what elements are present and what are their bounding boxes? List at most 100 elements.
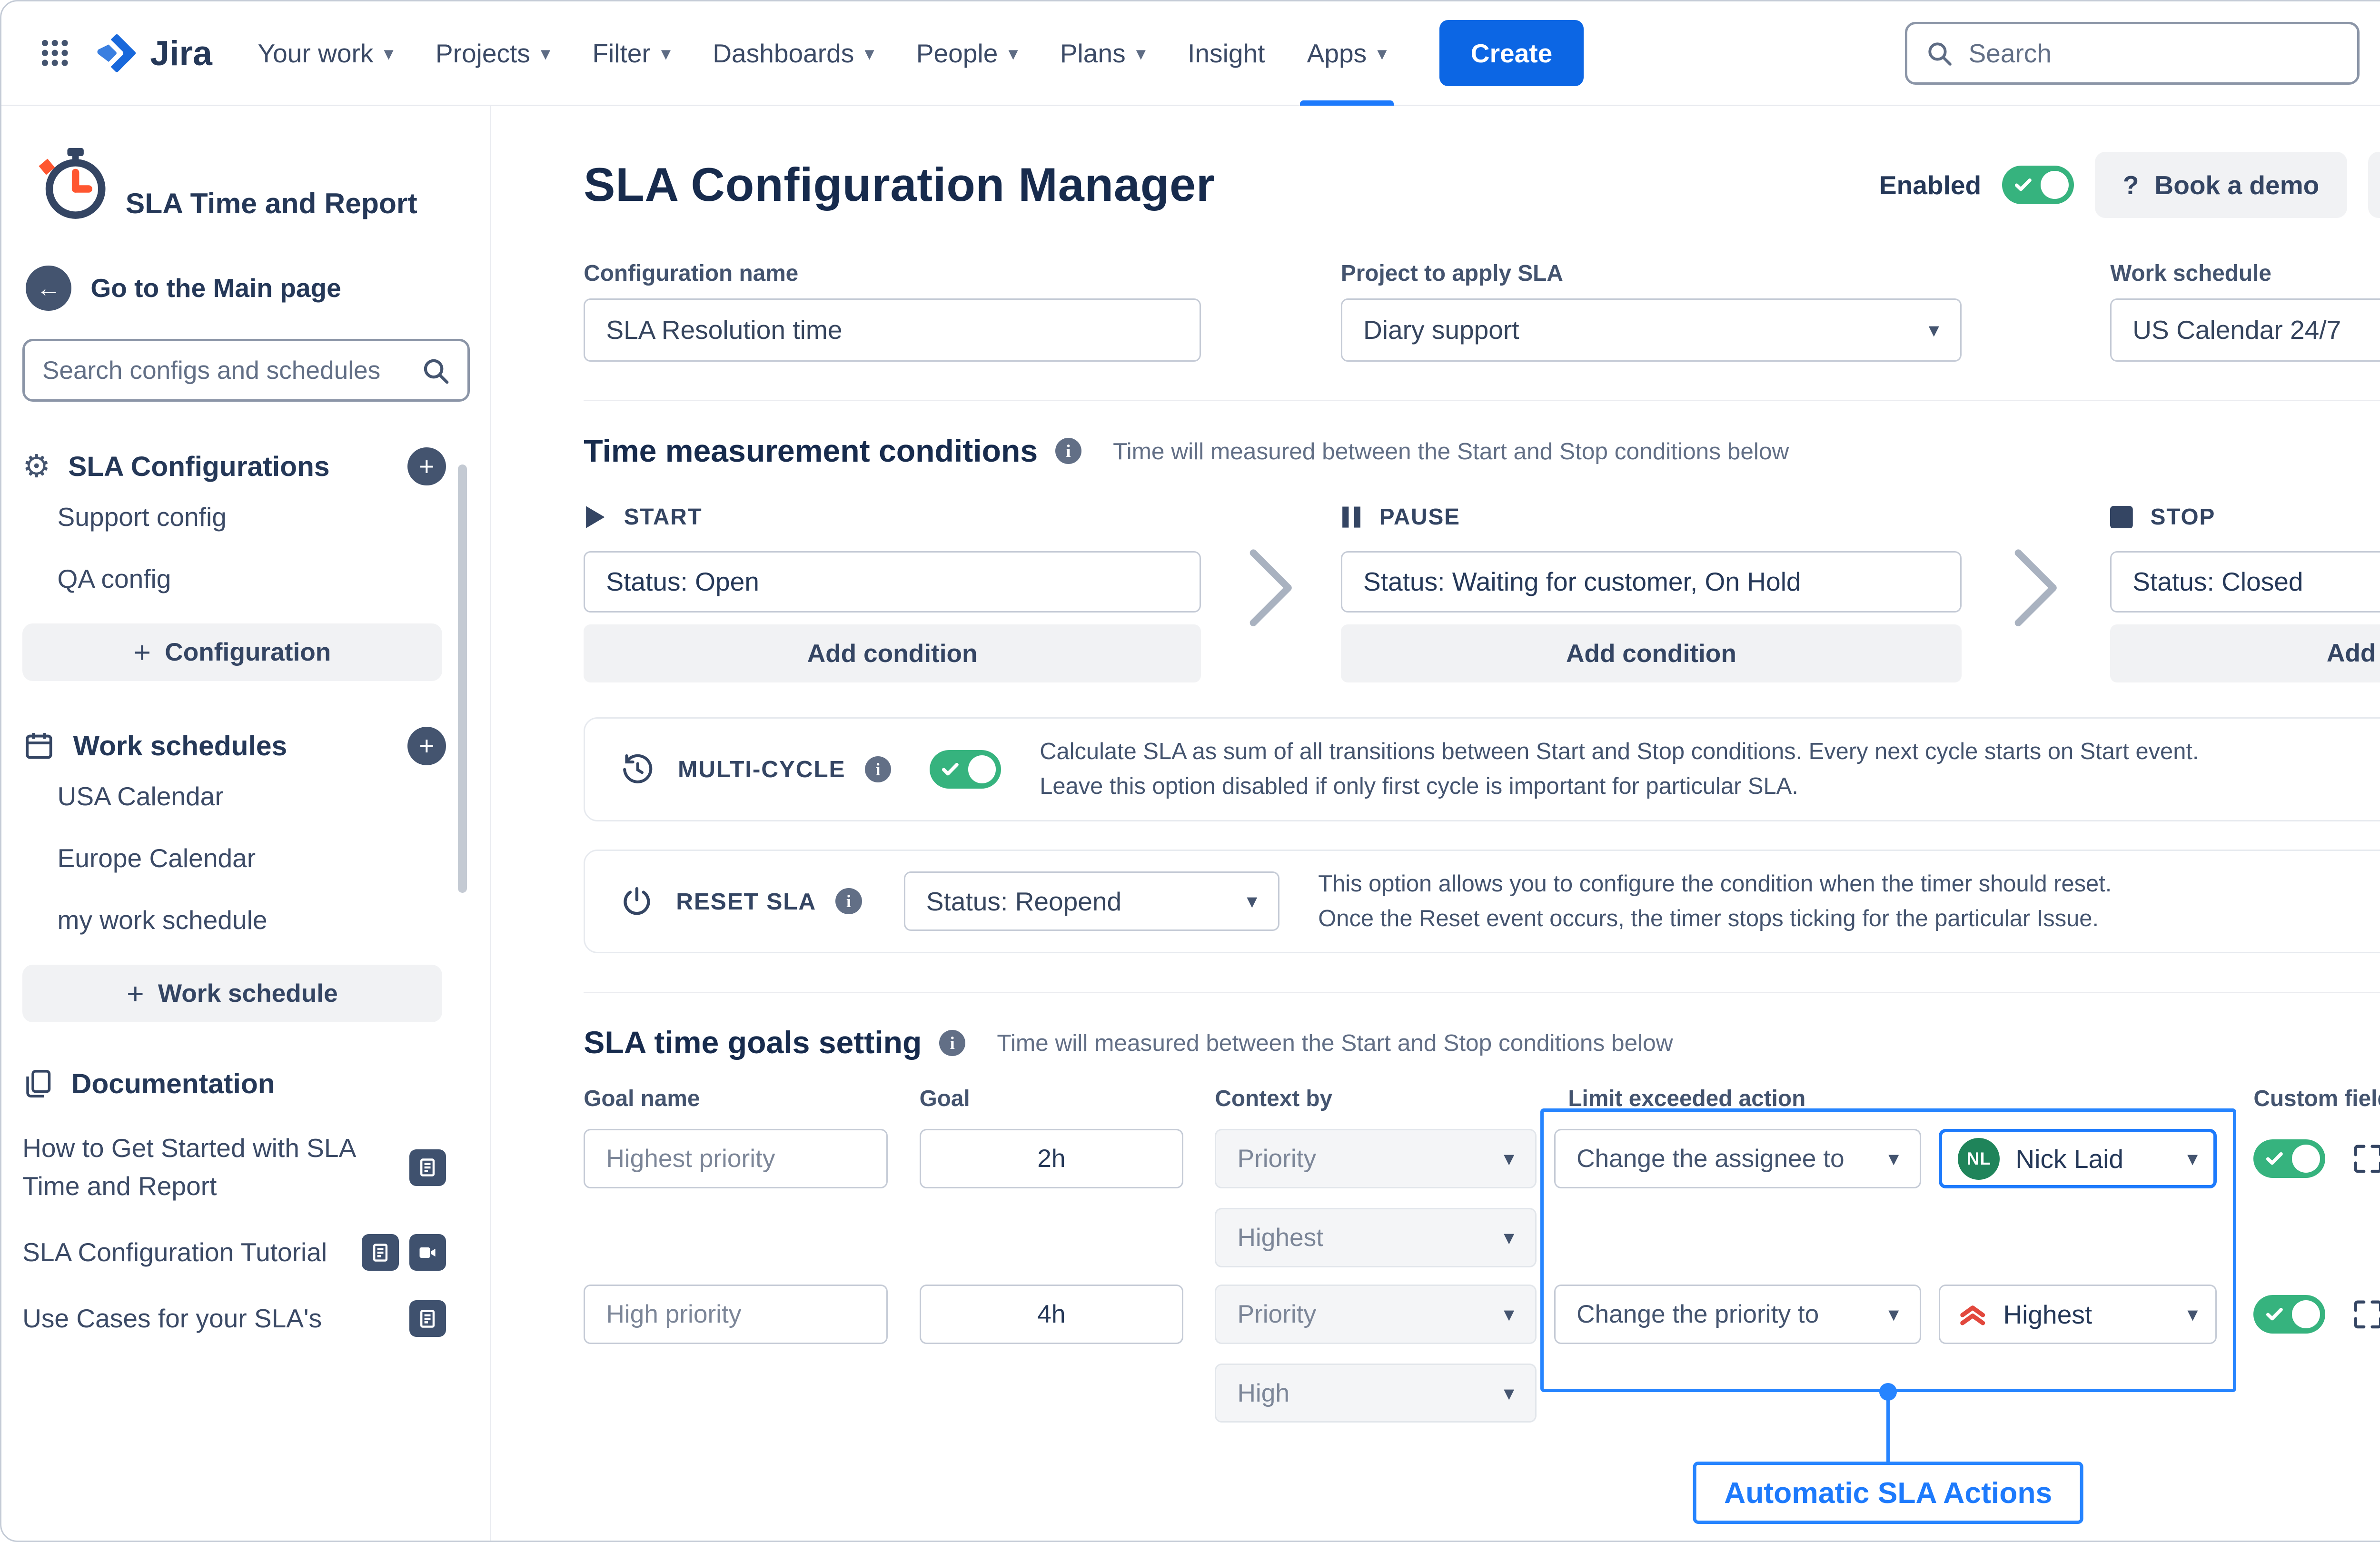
jira-logo[interactable]: Jira [94, 30, 212, 76]
section-sla-configurations: ⚙ SLA Configurations + [22, 447, 446, 486]
chevron-down-icon: ▾ [1490, 1302, 1515, 1326]
goals-hint: Time will measured between the Start and… [997, 1029, 1673, 1057]
project-select[interactable]: Diary support ▾ [1341, 298, 1962, 361]
global-search[interactable] [1905, 22, 2360, 85]
chevron-down-icon: ▾ [1008, 42, 1018, 65]
context-field-select[interactable]: Priority▾ [1215, 1285, 1537, 1344]
enabled-toggle[interactable] [2002, 166, 2074, 204]
multi-cycle-description: Calculate SLA as sum of all transitions … [1040, 734, 2199, 804]
reset-sla-description: This option allows you to configure the … [1318, 867, 2112, 937]
goal-value-input[interactable] [920, 1129, 1184, 1188]
callout-line [1886, 1392, 1890, 1462]
expand-button[interactable] [2351, 1142, 2380, 1176]
jira-wordmark: Jira [150, 33, 212, 73]
goal-value-input[interactable] [920, 1285, 1184, 1344]
sidebar-item-europe-calendar[interactable]: Europe Calendar [58, 827, 490, 889]
context-value-select[interactable]: High▾ [1215, 1364, 1537, 1423]
expand-button[interactable] [2351, 1298, 2380, 1331]
chevron-down-icon: ▾ [1377, 42, 1387, 65]
chevron-down-icon: ▾ [541, 42, 550, 65]
context-field-select[interactable]: Priority▾ [1215, 1129, 1537, 1188]
article-badge-icon [409, 1149, 446, 1186]
custom-field-toggle[interactable] [2253, 1139, 2325, 1178]
sidebar-item-my-work-schedule[interactable]: my work schedule [58, 889, 490, 951]
pause-add-condition-button[interactable]: Add condition [1341, 624, 1962, 682]
time-conditions-header: Time measurement conditions i Time will … [584, 433, 2380, 469]
sidebar-item-qa-config[interactable]: QA config [58, 548, 490, 610]
start-condition-value[interactable]: Status: Open [584, 551, 1201, 613]
topnav-right: 9+ ? ⚙ [1905, 22, 2380, 85]
nav-apps[interactable]: Apps▾ [1286, 1, 1408, 106]
sidebar-item-support-config[interactable]: Support config [58, 485, 490, 547]
info-icon[interactable]: i [1055, 438, 1081, 464]
doc-item-use-cases[interactable]: Use Cases for your SLA's [22, 1300, 446, 1338]
search-icon [1925, 39, 1953, 67]
plus-icon: + [127, 977, 144, 1011]
multi-cycle-toggle[interactable] [930, 750, 1002, 789]
pause-icon [1341, 504, 1362, 530]
back-to-main-button[interactable]: ← Go to the Main page [26, 266, 341, 311]
start-add-condition-button[interactable]: Add condition [584, 624, 1201, 682]
start-label: START [624, 504, 703, 530]
divider [584, 992, 2380, 993]
nav-your-work[interactable]: Your work▾ [237, 1, 414, 106]
priority-highest-icon [1958, 1301, 1987, 1327]
setup-wizard-button[interactable]: Setup Wizard [2368, 152, 2380, 218]
sidebar-scrollbar[interactable] [458, 465, 466, 893]
goal-name-input[interactable] [584, 1129, 888, 1188]
nav-insight[interactable]: Insight [1167, 1, 1286, 106]
sidebar-search-input[interactable] [42, 356, 421, 385]
custom-field-toggle[interactable] [2253, 1295, 2325, 1334]
enabled-label: Enabled [1879, 170, 1981, 200]
goal-name-input[interactable] [584, 1285, 888, 1344]
priority-select[interactable]: Highest ▾ [1939, 1285, 2217, 1344]
chevron-down-icon: ▾ [1874, 1147, 1899, 1171]
global-search-input[interactable] [1968, 38, 2340, 69]
chevron-down-icon: ▾ [1874, 1302, 1899, 1326]
doc-item-getting-started[interactable]: How to Get Started with SLA Time and Rep… [22, 1129, 446, 1206]
chevron-down-icon: ▾ [1914, 318, 1939, 342]
context-value-select[interactable]: Highest▾ [1215, 1208, 1537, 1267]
info-icon[interactable]: i [865, 756, 891, 782]
add-schedule-plus-icon[interactable]: + [407, 727, 446, 765]
add-configuration-plus-icon[interactable]: + [407, 447, 446, 486]
stopwatch-logo-icon [36, 145, 115, 223]
sidebar-item-usa-calendar[interactable]: USA Calendar [58, 765, 490, 827]
limit-action-select[interactable]: Change the priority to▾ [1554, 1285, 1921, 1344]
multi-cycle-box: MULTI-CYCLE i Calculate SLA as sum of al… [584, 717, 2380, 821]
context-by-header: Context by [1215, 1086, 1537, 1112]
assignee-select[interactable]: NL Nick Laid ▾ [1939, 1129, 2217, 1188]
app-window: Jira Your work▾ Projects▾ Filter▾ Dashbo… [0, 0, 2380, 1542]
time-conditions-title: Time measurement conditions [584, 433, 1038, 469]
sidebar-search[interactable] [22, 339, 470, 402]
start-play-icon [584, 504, 606, 530]
nav-filter[interactable]: Filter▾ [571, 1, 692, 106]
nav-dashboards[interactable]: Dashboards▾ [692, 1, 895, 106]
add-configuration-button[interactable]: + Configuration [22, 623, 442, 681]
nav-plans[interactable]: Plans▾ [1039, 1, 1167, 106]
header-controls: Enabled ? Book a demo Setup Wizard ⋮ [1879, 152, 2380, 218]
info-icon[interactable]: i [835, 888, 862, 914]
pause-condition-value[interactable]: Status: Waiting for customer, On Hold [1341, 551, 1962, 613]
book-demo-button[interactable]: ? Book a demo [2095, 152, 2347, 218]
config-name-input[interactable] [584, 298, 1201, 361]
goals-table-headers: Goal name Goal Context by Limit exceeded… [584, 1086, 2380, 1112]
article-badge-icon [409, 1300, 446, 1337]
work-schedule-select[interactable]: US Calendar 24/7 ▾ [2110, 298, 2380, 361]
create-button[interactable]: Create [1439, 20, 1584, 87]
nav-projects[interactable]: Projects▾ [415, 1, 571, 106]
flow-arrow-icon [1962, 504, 2110, 630]
stop-add-condition-button[interactable]: Add condition [2110, 624, 2380, 682]
limit-action-select[interactable]: Change the assignee to▾ [1554, 1129, 1921, 1188]
article-badge-icon [362, 1234, 398, 1271]
add-work-schedule-button[interactable]: + Work schedule [22, 965, 442, 1022]
reset-status-select[interactable]: Status: Reopend ▾ [904, 871, 1280, 931]
chevron-down-icon: ▾ [1490, 1381, 1515, 1405]
info-icon[interactable]: i [939, 1030, 965, 1056]
nav-people[interactable]: People▾ [895, 1, 1039, 106]
app-switcher-button[interactable] [33, 31, 77, 75]
stop-condition-value[interactable]: Status: Closed [2110, 551, 2380, 613]
goal-subrow: Highest▾ [1215, 1208, 2380, 1267]
doc-item-configuration-tutorial[interactable]: SLA Configuration Tutorial [22, 1234, 446, 1272]
pause-label: PAUSE [1379, 504, 1460, 530]
